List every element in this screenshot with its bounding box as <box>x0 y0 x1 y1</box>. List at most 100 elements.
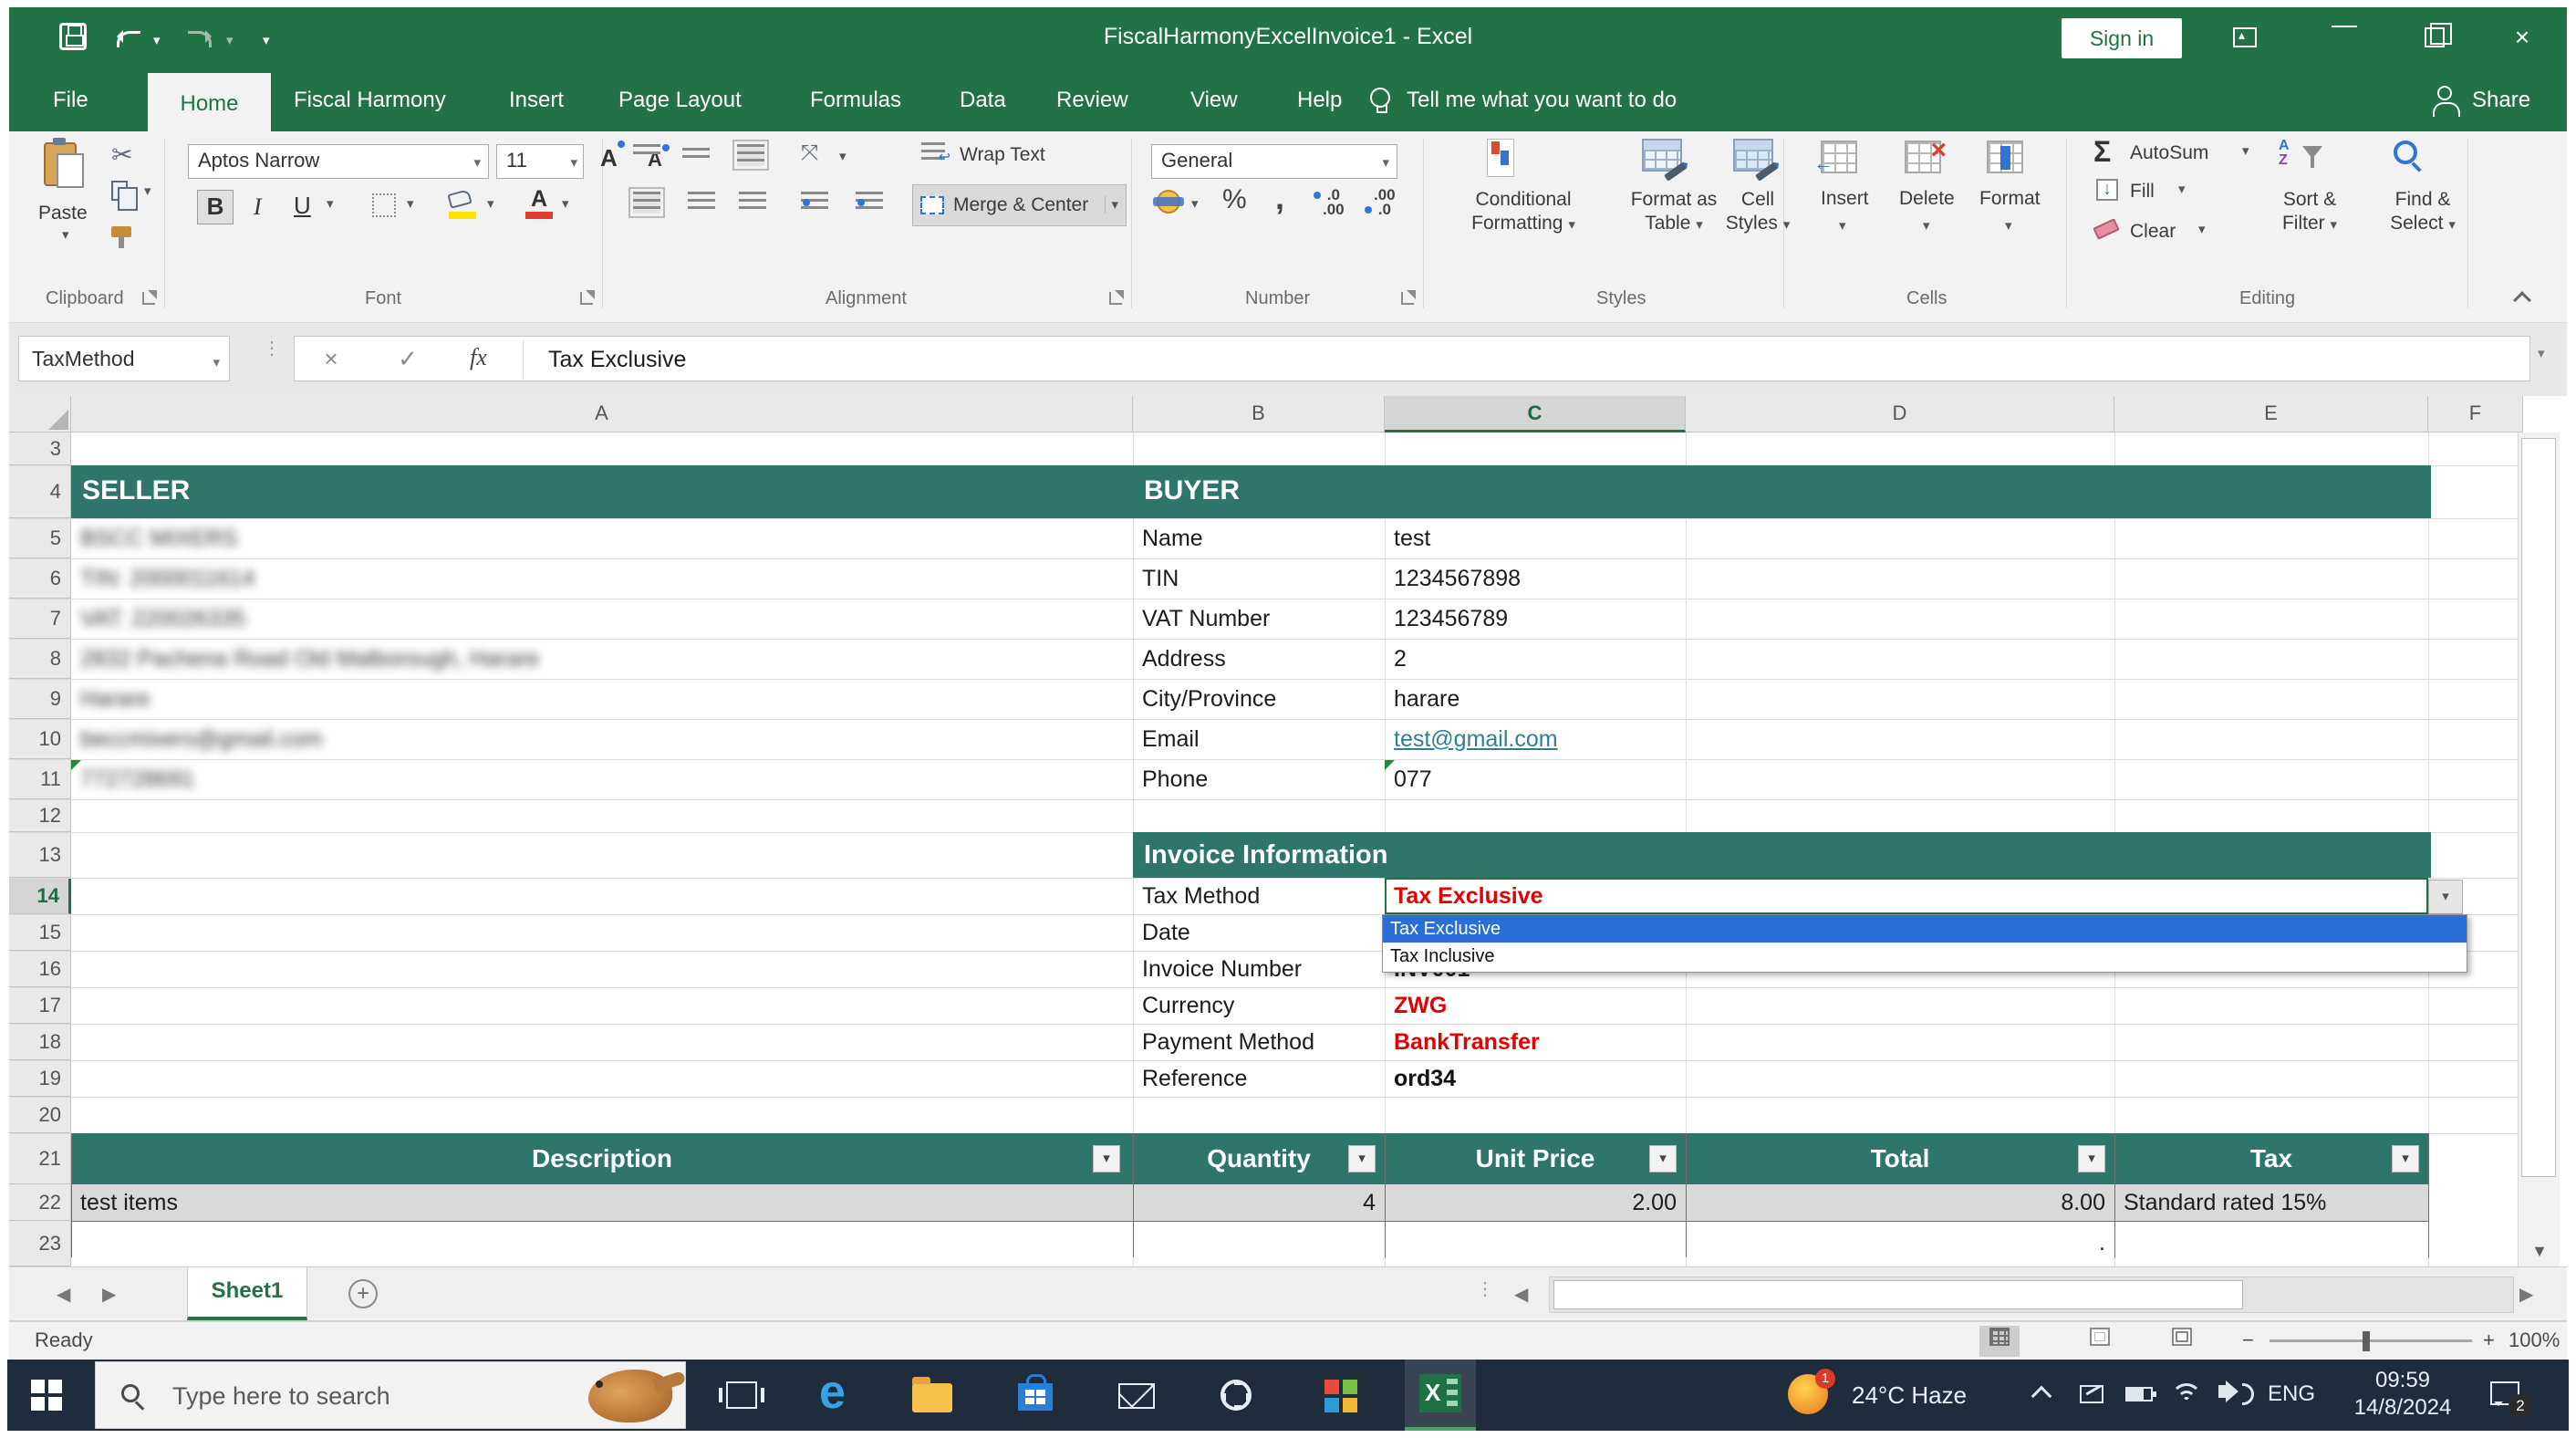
alignment-dialog-launcher-icon[interactable] <box>1109 292 1122 305</box>
column-header-d[interactable]: D <box>1686 396 2114 432</box>
tray-battery-icon[interactable] <box>2125 1387 2153 1402</box>
clock[interactable]: 09:59 14/8/2024 <box>2339 1367 2467 1422</box>
fill-color-icon[interactable] <box>449 192 476 219</box>
accounting-format-icon[interactable] <box>1157 190 1180 214</box>
buyer-field-value[interactable]: 123456789 <box>1394 600 1508 637</box>
ribbon-display-options-icon[interactable] <box>2233 27 2257 47</box>
clear-icon[interactable] <box>2094 223 2118 235</box>
language-indicator[interactable]: ENG <box>2268 1381 2315 1407</box>
expand-formula-bar-icon[interactable] <box>2538 345 2545 362</box>
delete-cells-icon[interactable]: × <box>1905 141 1941 173</box>
zoom-in-icon[interactable]: + <box>2483 1322 2495 1359</box>
payment-method-value[interactable]: BankTransfer <box>1394 1024 1540 1060</box>
zoom-slider-track[interactable] <box>2270 1339 2472 1342</box>
cancel-icon[interactable]: × <box>313 337 349 380</box>
find-select-icon[interactable] <box>2394 141 2417 164</box>
formula-bar-splitter[interactable]: ⋮ <box>263 343 281 354</box>
wrap-text-button[interactable]: Wrap Text <box>960 144 1045 166</box>
buyer-field-value[interactable]: 1234567898 <box>1394 560 1521 597</box>
insert-dropdown-icon[interactable] <box>1839 217 1846 234</box>
normal-view-button[interactable] <box>1979 1326 2020 1357</box>
format-painter-icon[interactable] <box>111 226 131 237</box>
save-icon[interactable] <box>59 23 87 50</box>
tray-pen-icon[interactable] <box>2080 1385 2103 1403</box>
page-break-view-button[interactable] <box>2162 1326 2202 1357</box>
vertical-scrollbar-thumb[interactable] <box>2521 438 2556 1177</box>
autosum-dropdown-icon[interactable] <box>2242 142 2249 160</box>
close-button[interactable]: × <box>2499 16 2545 58</box>
font-color-dropdown-icon[interactable] <box>562 195 569 213</box>
format-cells-button[interactable]: Format <box>1979 188 2041 210</box>
merge-center-button[interactable]: Merge & Center <box>912 184 1127 226</box>
tray-volume-icon[interactable] <box>2218 1385 2228 1398</box>
decrease-decimal-icon[interactable]: .00.0 <box>1374 188 1396 217</box>
next-sheet-icon[interactable]: ▶ <box>102 1267 116 1322</box>
tray-wifi-icon[interactable] <box>2171 1383 2204 1407</box>
vertical-scrollbar[interactable]: ▼ <box>2518 432 2560 1266</box>
action-center-icon[interactable]: 2 <box>2490 1381 2519 1405</box>
autosum-button[interactable]: AutoSum <box>2130 142 2208 164</box>
filter-icon[interactable] <box>2078 1145 2105 1172</box>
font-name-select[interactable]: Aptos Narrow <box>188 144 489 179</box>
edge-browser-icon[interactable]: e <box>819 1369 846 1416</box>
underline-button[interactable]: U <box>294 192 311 220</box>
gecko-image[interactable] <box>588 1370 672 1422</box>
formula-input[interactable]: × ✓ fx Tax Exclusive <box>294 336 2530 381</box>
format-dropdown-icon[interactable] <box>2005 217 2012 234</box>
clear-dropdown-icon[interactable] <box>2198 221 2206 238</box>
tab-help[interactable]: Help <box>1297 69 1342 131</box>
cell-styles-icon[interactable] <box>1733 139 1773 172</box>
font-color-icon[interactable]: A <box>525 188 553 219</box>
find-select-button[interactable]: Find &Select <box>2370 188 2476 237</box>
filter-icon[interactable] <box>2392 1145 2419 1172</box>
borders-dropdown-icon[interactable] <box>407 195 414 213</box>
number-dialog-launcher-icon[interactable] <box>1401 292 1414 305</box>
buyer-field-value[interactable]: harare <box>1394 681 1459 717</box>
top-align-icon[interactable] <box>633 144 660 157</box>
tab-view[interactable]: View <box>1190 69 1238 131</box>
file-explorer-icon[interactable] <box>912 1383 952 1412</box>
page-layout-view-button[interactable] <box>2080 1326 2120 1357</box>
tab-scrollbar-splitter[interactable]: ⋮ <box>1476 1284 1494 1295</box>
column-header-e[interactable]: E <box>2114 396 2428 432</box>
item-quantity[interactable]: 4 <box>1133 1184 1376 1221</box>
share-button[interactable]: Share <box>2472 69 2530 131</box>
hscroll-right-icon[interactable]: ▶ <box>2519 1267 2533 1322</box>
comma-style-icon[interactable]: , <box>1275 179 1284 217</box>
settings-icon[interactable] <box>1220 1380 1252 1411</box>
center-icon[interactable] <box>688 192 715 214</box>
dropdown-option-tax-exclusive[interactable]: Tax Exclusive <box>1383 915 2467 943</box>
item-total[interactable]: 8.00 <box>1686 1184 2105 1221</box>
task-view-button[interactable] <box>726 1381 757 1409</box>
buyer-field-value[interactable]: test <box>1394 520 1430 557</box>
undo-icon[interactable] <box>117 31 140 47</box>
orientation-icon[interactable]: ⤧ <box>801 141 818 166</box>
dropdown-arrow-button[interactable] <box>2428 880 2463 914</box>
column-header-b[interactable]: B <box>1133 396 1385 432</box>
number-format-dropdown-icon[interactable] <box>1382 147 1389 179</box>
increase-indent-icon[interactable] <box>856 192 883 214</box>
paste-dropdown-icon[interactable] <box>62 226 69 244</box>
column-header-c[interactable]: C <box>1385 396 1686 432</box>
tab-page-layout[interactable]: Page Layout <box>618 69 742 131</box>
sort-filter-button[interactable]: Sort &Filter <box>2255 188 2364 237</box>
sort-filter-icon[interactable]: AZ <box>2279 139 2290 168</box>
copy-dropdown-icon[interactable] <box>144 182 151 200</box>
redo-icon[interactable] <box>188 31 212 47</box>
enter-icon[interactable]: ✓ <box>390 337 426 380</box>
font-name-dropdown-icon[interactable] <box>473 147 481 179</box>
start-button[interactable] <box>31 1380 62 1411</box>
percent-style-icon[interactable]: % <box>1222 184 1247 215</box>
accounting-dropdown-icon[interactable] <box>1191 195 1199 213</box>
number-format-select[interactable]: General <box>1151 144 1397 179</box>
borders-icon[interactable] <box>372 193 396 217</box>
fill-color-dropdown-icon[interactable] <box>487 195 494 213</box>
buyer-field-value[interactable]: 077 <box>1394 761 1432 797</box>
delete-dropdown-icon[interactable] <box>1923 217 1930 234</box>
filter-icon[interactable] <box>1093 1145 1120 1172</box>
orientation-dropdown-icon[interactable] <box>839 148 847 165</box>
insert-cells-button[interactable]: Insert <box>1821 188 1869 210</box>
paste-button[interactable]: Paste <box>38 203 88 224</box>
worksheet[interactable]: A B C D E F 3 4 5 6 7 8 9 10 11 12 13 14… <box>9 396 2567 1266</box>
scroll-down-icon[interactable]: ▼ <box>2519 1242 2560 1261</box>
